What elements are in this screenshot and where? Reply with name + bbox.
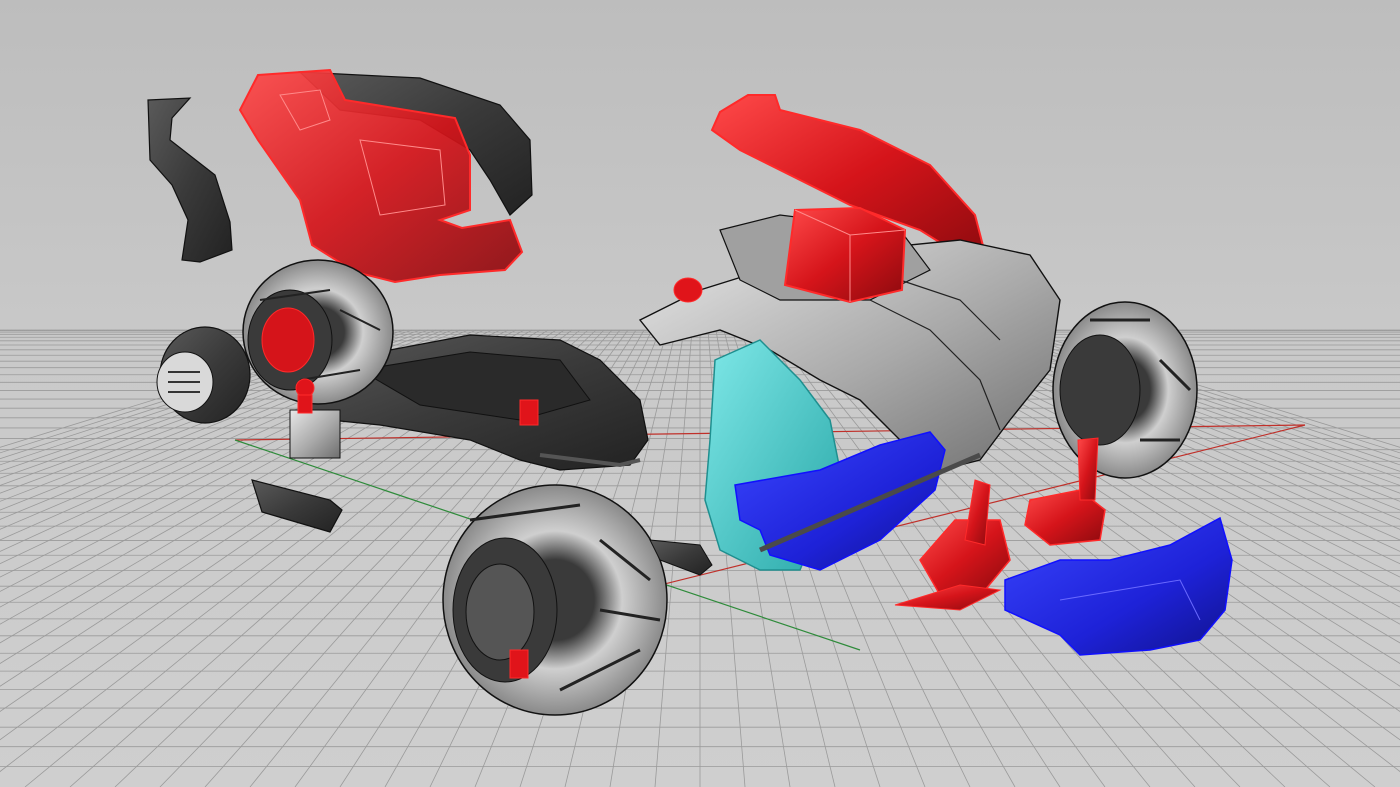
headlight xyxy=(673,277,703,303)
front-wheel[interactable] xyxy=(442,484,668,716)
front-bumper[interactable] xyxy=(1004,516,1233,656)
chassis-red-clip xyxy=(519,399,539,426)
battery-box[interactable] xyxy=(783,206,907,304)
cad-viewport[interactable] xyxy=(0,0,1400,787)
rear-wheel-left[interactable] xyxy=(242,259,394,405)
scene-canvas[interactable] xyxy=(0,0,1400,787)
rear-hub-cap[interactable] xyxy=(156,326,251,424)
front-wheel-right[interactable] xyxy=(1052,301,1198,479)
side-bracket[interactable] xyxy=(147,97,233,263)
